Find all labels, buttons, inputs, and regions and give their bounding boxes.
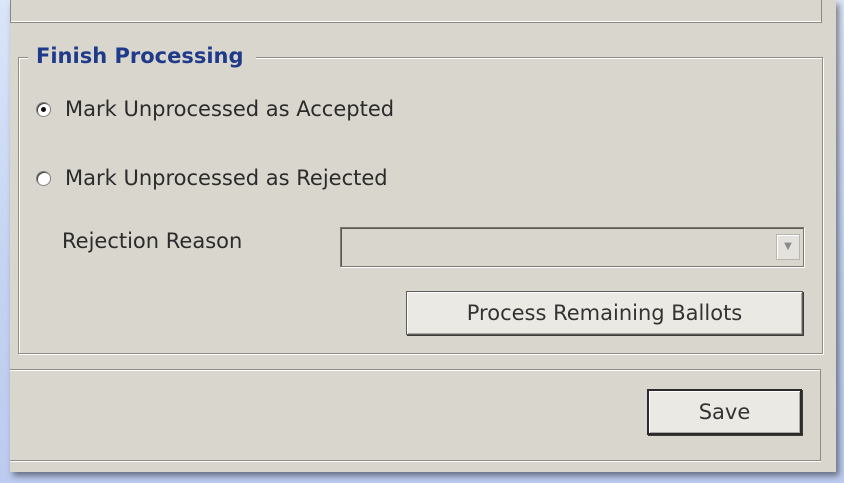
save-button[interactable]: Save [647, 389, 802, 435]
group-title: Finish Processing [28, 44, 256, 68]
radio-accepted[interactable] [36, 101, 51, 117]
radio-rejected-row[interactable]: Mark Unprocessed as Rejected [36, 166, 388, 190]
radio-rejected-label[interactable]: Mark Unprocessed as Rejected [65, 166, 388, 190]
dropdown-button[interactable]: ▼ [776, 234, 800, 260]
process-remaining-ballots-button[interactable]: Process Remaining Ballots [406, 291, 803, 335]
previous-panel-edge [10, 0, 822, 23]
rejection-reason-select[interactable]: ▼ [340, 227, 804, 267]
radio-accepted-row[interactable]: Mark Unprocessed as Accepted [36, 97, 394, 121]
rejection-reason-label: Rejection Reason [62, 229, 243, 253]
radio-rejected[interactable] [36, 170, 51, 186]
radio-accepted-label[interactable]: Mark Unprocessed as Accepted [65, 97, 394, 121]
chevron-down-icon: ▼ [784, 241, 792, 252]
